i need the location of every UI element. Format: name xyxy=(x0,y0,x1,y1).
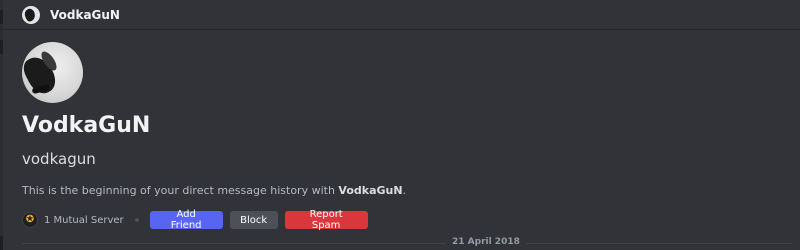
separator-dot xyxy=(134,218,139,222)
mutual-servers-link[interactable]: 1 Mutual Server xyxy=(44,215,124,226)
sidebar-mark xyxy=(0,236,3,250)
profile-actions: ✪ 1 Mutual Server Add Friend Block Repor… xyxy=(22,209,792,231)
header-title[interactable]: VodkaGuN xyxy=(50,8,120,22)
avatar-artwork xyxy=(22,6,38,23)
server-emblem-icon[interactable]: ✪ xyxy=(22,212,38,228)
sidebar-mark xyxy=(0,40,3,54)
dm-intro: VodkaGuN vodkagun This is the beginning … xyxy=(22,42,792,231)
channel-header: VodkaGuN xyxy=(0,0,800,30)
report-spam-button[interactable]: Report Spam xyxy=(284,209,368,231)
user-avatar-icon[interactable] xyxy=(22,5,40,24)
server-sidebar-edge xyxy=(0,0,3,250)
add-friend-button[interactable]: Add Friend xyxy=(149,209,223,231)
profile-display-name: VodkaGuN xyxy=(22,113,151,138)
profile-avatar[interactable] xyxy=(22,42,83,103)
block-button[interactable]: Block xyxy=(229,211,278,229)
history-username: VodkaGuN xyxy=(338,184,403,197)
history-start-text: This is the beginning of your direct mes… xyxy=(22,183,792,199)
date-divider-label: 21 April 2018 xyxy=(446,237,526,247)
history-prefix: This is the beginning of your direct mes… xyxy=(22,184,339,197)
history-suffix: . xyxy=(402,184,407,197)
profile-username: vodkagun xyxy=(22,150,96,168)
date-divider xyxy=(22,243,792,244)
